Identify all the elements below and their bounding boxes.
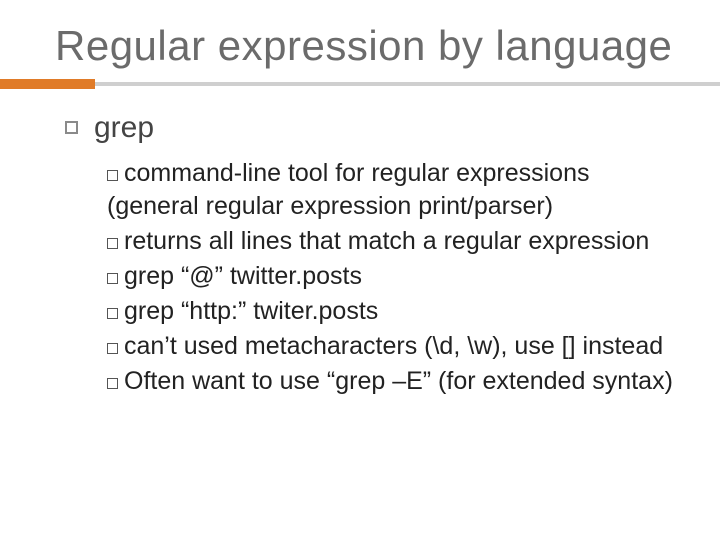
sub-list-item-text: returns all lines that match a regular e… <box>124 227 649 255</box>
sub-list: command-line tool for regular expression… <box>107 157 680 398</box>
bullet-small-square-icon <box>107 238 118 249</box>
slide-title: Regular expression by language <box>55 22 680 69</box>
bullet-small-square-icon <box>107 273 118 284</box>
sub-list-item-text: command-line tool for regular expression… <box>107 159 590 220</box>
sub-list-item-text: can’t used metacharacters (\d, \w), use … <box>124 332 663 360</box>
bullet-small-square-icon <box>107 378 118 389</box>
sub-list-item: can’t used metacharacters (\d, \w), use … <box>107 330 680 363</box>
sub-list-item-text: Often want to use “grep –E” (for extende… <box>124 367 673 395</box>
sub-list-item-text: grep “@” twitter.posts <box>124 262 362 290</box>
title-rule <box>55 79 680 93</box>
bullet-small-square-icon <box>107 308 118 319</box>
slide: Regular expression by language grep comm… <box>0 0 720 540</box>
list-item: grep <box>65 111 680 145</box>
sub-list-item: returns all lines that match a regular e… <box>107 225 680 258</box>
list-item-label: grep <box>94 111 154 145</box>
sub-list-item: Often want to use “grep –E” (for extende… <box>107 365 680 398</box>
sub-list-item: command-line tool for regular expression… <box>107 157 680 223</box>
sub-list-item: grep “http:” twiter.posts <box>107 295 680 328</box>
accent-bar <box>0 79 95 89</box>
sub-list-item: grep “@” twitter.posts <box>107 260 680 293</box>
bullet-small-square-icon <box>107 343 118 354</box>
sub-list-item-text: grep “http:” twiter.posts <box>124 297 378 325</box>
divider-line <box>95 82 720 86</box>
bullet-small-square-icon <box>107 170 118 181</box>
content-area: grep command-line tool for regular expre… <box>55 111 680 398</box>
bullet-open-square-icon <box>65 121 78 134</box>
